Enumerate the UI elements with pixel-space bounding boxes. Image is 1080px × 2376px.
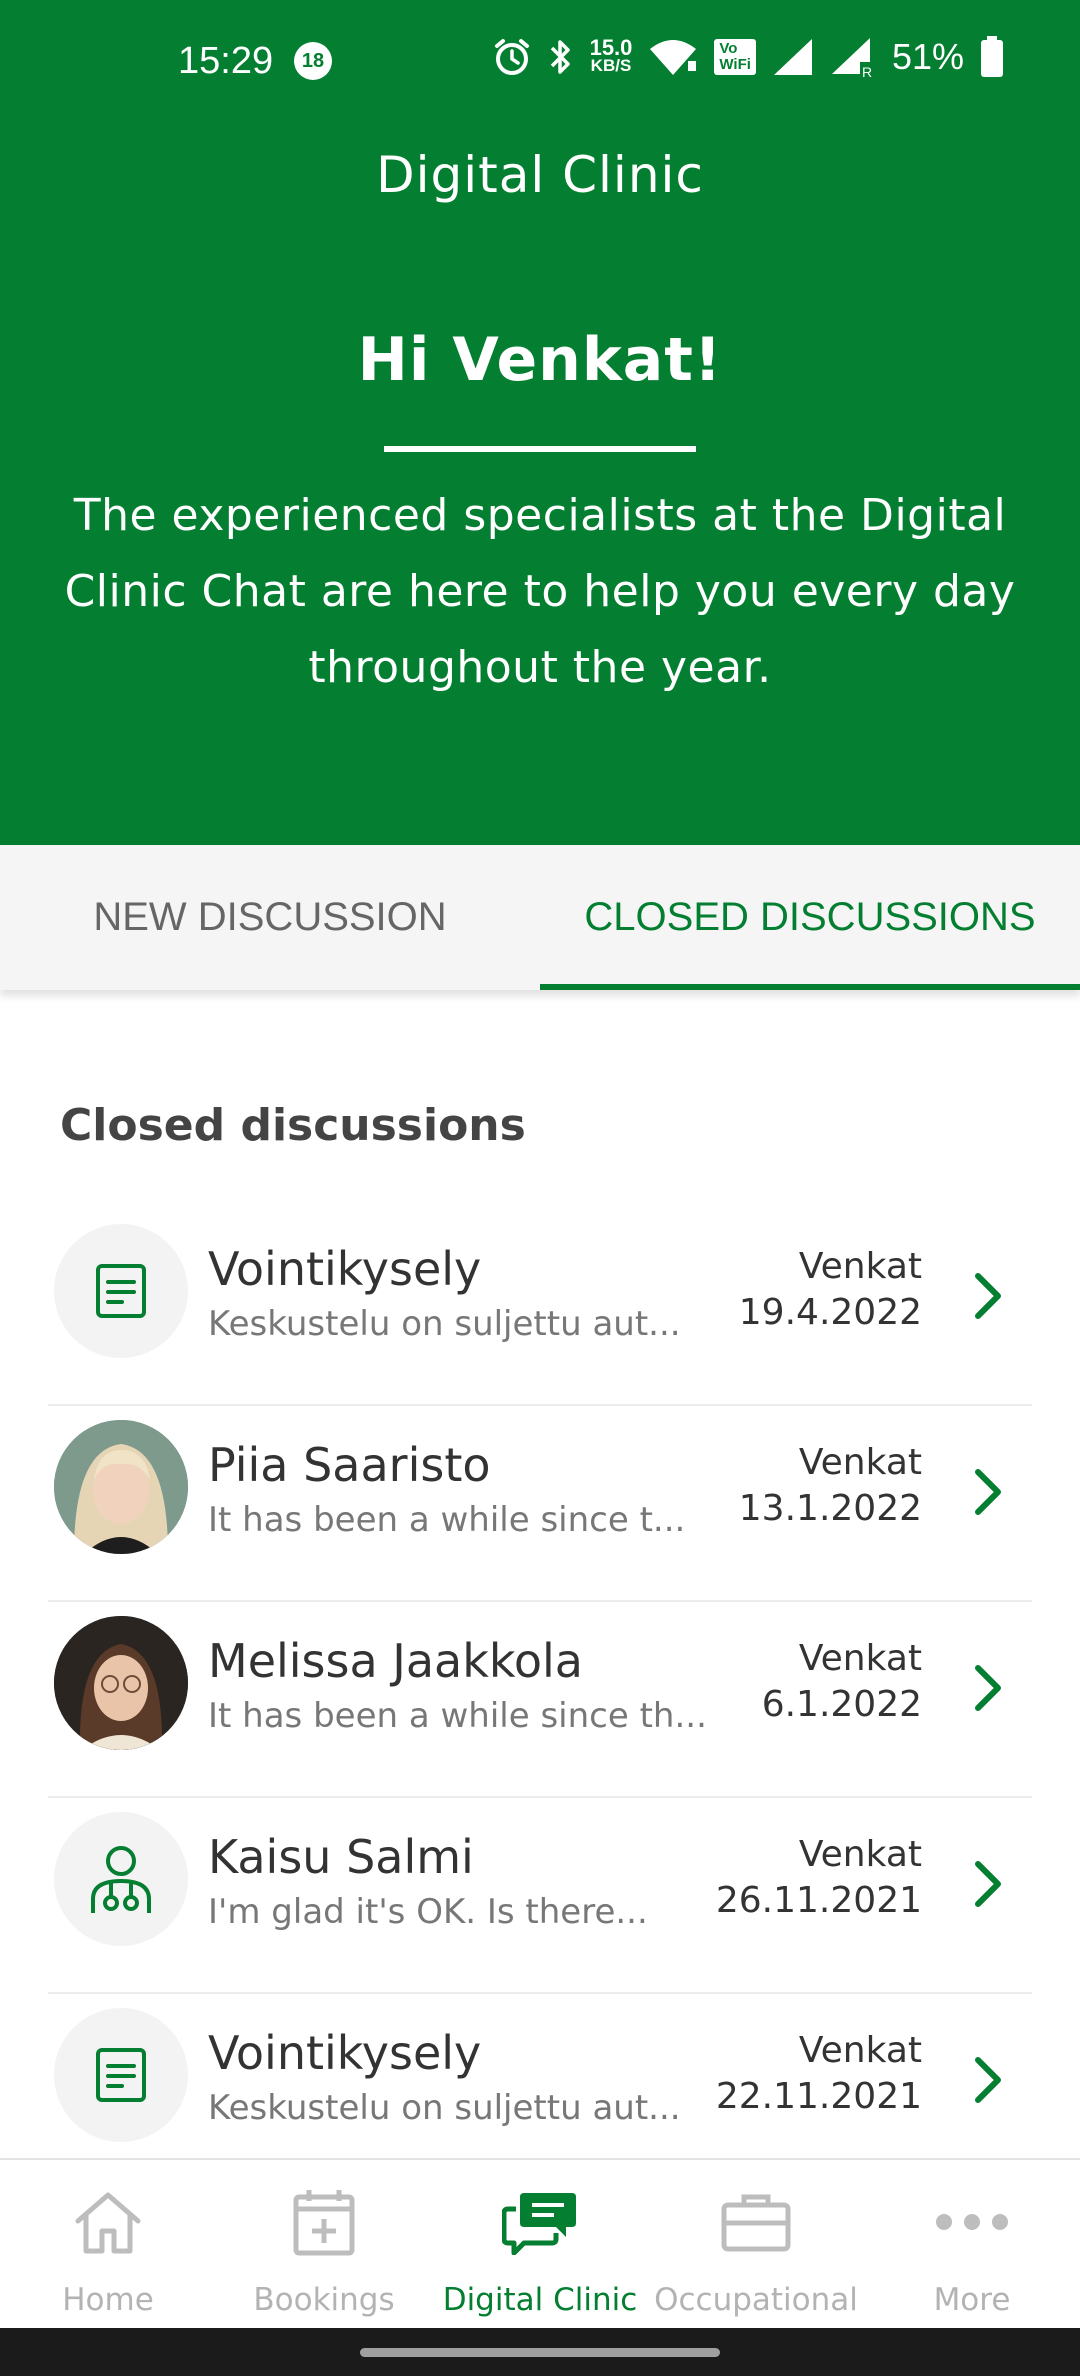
nav-label: Digital Clinic: [442, 2282, 638, 2318]
intro-text: The experienced specialists at the Digit…: [64, 490, 1016, 693]
chevron-right-icon: [975, 1273, 1001, 1319]
net-speed-unit: KB/S: [590, 56, 632, 75]
more-dots-icon: [864, 2186, 1080, 2258]
avatar-photo: [54, 1616, 188, 1750]
discussion-user: Venkat: [798, 1246, 922, 1287]
status-bar: 15:29 18 15.0 KB/S Vo WiFi R 51%: [0, 36, 1080, 86]
chat-icon: [432, 2186, 648, 2258]
wifi-icon: [648, 37, 698, 77]
net-speed: 15.0 KB/S: [589, 35, 633, 75]
chevron-right-icon: [975, 2057, 1001, 2103]
discussion-name: Vointikysely: [208, 2026, 482, 2080]
status-time: 15:29: [178, 40, 274, 82]
bottom-nav: Home Bookings Digital Clinic Occupationa…: [0, 2158, 1080, 2330]
nav-bookings[interactable]: Bookings: [216, 2160, 432, 2330]
vowifi-top-text: Vo: [719, 40, 738, 57]
discussion-date: 19.4.2022: [738, 1292, 922, 1333]
chevron-right-icon: [975, 1665, 1001, 1711]
greeting-heading: Hi Venkat!: [357, 325, 723, 395]
vowifi-icon: Vo WiFi: [714, 39, 756, 75]
active-tab-indicator: [540, 984, 1080, 990]
system-nav-bar: [0, 2328, 1080, 2376]
discussion-name: Piia Saaristo: [208, 1438, 491, 1492]
chevron-right-icon: [975, 1861, 1001, 1907]
discussion-date: 13.1.2022: [738, 1488, 922, 1529]
discussion-preview: I'm glad it's OK. Is there...: [208, 1892, 648, 1932]
discussion-date: 6.1.2022: [761, 1684, 922, 1725]
tab-bar: NEW DISCUSSION CLOSED DISCUSSIONS: [0, 845, 1080, 990]
discussion-name: Vointikysely: [208, 1242, 482, 1296]
tab-closed-discussions[interactable]: CLOSED DISCUSSIONS: [540, 845, 1080, 990]
signal-roaming-icon: R: [830, 36, 876, 78]
notification-badge: 18: [294, 42, 332, 80]
battery-icon: [980, 36, 1004, 78]
discussion-row[interactable]: Piia Saaristo It has been a while since …: [48, 1406, 1032, 1602]
discussion-row[interactable]: Melissa Jaakkola It has been a while sin…: [48, 1602, 1032, 1798]
signal-icon: [772, 37, 814, 77]
nav-more[interactable]: More: [864, 2160, 1080, 2330]
svg-text:R: R: [862, 64, 872, 78]
vowifi-bottom-text: WiFi: [719, 56, 751, 73]
nav-occupational[interactable]: Occupational: [648, 2160, 864, 2330]
discussion-preview: It has been a while since t...: [208, 1500, 686, 1540]
net-speed-value: 15.0: [589, 35, 633, 60]
nav-label: Occupational: [654, 2282, 858, 2318]
bluetooth-icon: [548, 37, 574, 77]
discussion-user: Venkat: [798, 1834, 922, 1875]
greeting-divider: [384, 446, 696, 452]
alarm-icon: [492, 37, 532, 77]
section-title: Closed discussions: [60, 1100, 526, 1151]
tab-new-discussion[interactable]: NEW DISCUSSION: [0, 845, 540, 990]
calendar-plus-icon: [216, 2186, 432, 2258]
nav-label: Home: [62, 2282, 154, 2318]
form-icon: [54, 1224, 188, 1358]
header: 15:29 18 15.0 KB/S Vo WiFi R 51% Digital…: [0, 0, 1080, 845]
discussion-user: Venkat: [798, 2030, 922, 2071]
chevron-right-icon: [975, 1469, 1001, 1515]
status-icons: 15.0 KB/S Vo WiFi R 51%: [492, 36, 1004, 78]
discussion-user: Venkat: [798, 1442, 922, 1483]
nav-label: More: [933, 2282, 1011, 2318]
discussion-date: 22.11.2021: [715, 2076, 922, 2117]
discussion-list: Vointikysely Keskustelu on suljettu aut.…: [48, 1210, 1032, 2188]
discussion-preview: It has been a while since th...: [208, 1696, 707, 1736]
battery-percent: 51%: [891, 36, 964, 77]
form-icon: [54, 2008, 188, 2142]
nav-home[interactable]: Home: [0, 2160, 216, 2330]
briefcase-icon: [648, 2186, 864, 2258]
nav-digital-clinic[interactable]: Digital Clinic: [432, 2160, 648, 2330]
discussion-date: 26.11.2021: [715, 1880, 922, 1921]
avatar-photo: [54, 1420, 188, 1554]
discussion-row[interactable]: Kaisu Salmi I'm glad it's OK. Is there..…: [48, 1798, 1032, 1994]
discussion-name: Kaisu Salmi: [208, 1830, 474, 1884]
discussion-preview: Keskustelu on suljettu aut...: [208, 2088, 681, 2128]
home-icon: [0, 2186, 216, 2258]
discussion-user: Venkat: [798, 1638, 922, 1679]
discussion-preview: Keskustelu on suljettu aut...: [208, 1304, 681, 1344]
app-title: Digital Clinic: [376, 146, 704, 204]
doctor-icon: [54, 1812, 188, 1946]
nav-label: Bookings: [253, 2282, 395, 2318]
discussion-row[interactable]: Vointikysely Keskustelu on suljettu aut.…: [48, 1210, 1032, 1406]
home-gesture-handle[interactable]: [360, 2348, 720, 2357]
discussion-name: Melissa Jaakkola: [208, 1634, 583, 1688]
